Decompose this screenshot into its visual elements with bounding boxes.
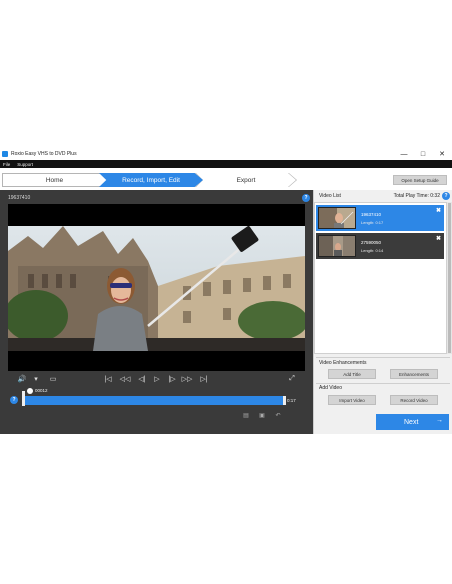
tab-home[interactable]: Home	[2, 173, 106, 187]
menu-file[interactable]: File	[3, 162, 10, 167]
playhead-thumb[interactable]	[27, 388, 33, 394]
video-enhancements-label: Video Enhancements	[319, 360, 367, 366]
video-list-help-icon[interactable]: ?	[442, 192, 450, 200]
add-video-label: Add Video	[319, 385, 342, 391]
trim-end-handle[interactable]	[283, 396, 286, 405]
clip-title: 19637410	[8, 195, 31, 201]
video-list-header: Video List	[319, 193, 341, 199]
maximize-button[interactable]: □	[416, 148, 430, 160]
step-forward-icon[interactable]: |▷	[166, 373, 178, 385]
video-length: Length: 0:14	[361, 247, 384, 253]
remove-video-icon[interactable]: ✖	[436, 207, 441, 214]
enhancements-button[interactable]: Enhancements	[390, 369, 438, 379]
minimize-button[interactable]: —	[397, 148, 411, 160]
fullscreen-icon[interactable]: ⤢	[286, 373, 298, 385]
next-button-label: Next	[404, 418, 419, 426]
step-back-icon[interactable]: ◁|	[136, 373, 148, 385]
divider	[316, 383, 450, 384]
video-name: 27590050	[361, 239, 382, 245]
video-list-scroll-thumb[interactable]	[448, 203, 451, 353]
step-tabs: Home Export Record, Import, Edit	[0, 168, 452, 190]
video-name: 19637410	[361, 211, 382, 217]
undo-icon[interactable]: ↶	[274, 412, 282, 419]
snapshot-icon[interactable]: ▣	[258, 412, 266, 419]
video-thumbnail	[318, 235, 356, 257]
timeline-help-icon[interactable]: ?	[10, 396, 18, 404]
record-video-button[interactable]: Record Video	[390, 395, 438, 405]
play-icon[interactable]: ▷	[151, 373, 163, 385]
add-title-button[interactable]: Add Title	[328, 369, 376, 379]
video-list-panel: Video List Total Play Time: 0:32 ? 19637…	[313, 190, 452, 434]
current-time: 00012	[35, 388, 48, 393]
import-video-button[interactable]: Import Video	[328, 395, 376, 405]
window-title: Roxio Easy VHS to DVD Plus	[11, 151, 77, 157]
tab-record-import-edit[interactable]: Record, Import, Edit	[99, 173, 203, 187]
app-logo-icon	[2, 151, 8, 157]
video-list-item[interactable]: 27590050 Length: 0:14 ✖	[316, 233, 444, 259]
go-to-start-icon[interactable]: |◁	[102, 373, 114, 385]
video-player[interactable]	[8, 204, 305, 371]
go-to-end-icon[interactable]: ▷|	[198, 373, 210, 385]
video-frame	[8, 226, 305, 351]
tab-export[interactable]: Export	[196, 173, 296, 187]
divider	[316, 357, 450, 358]
video-length: Length: 0:17	[361, 219, 384, 225]
next-button[interactable]: Next →	[376, 414, 449, 430]
playback-controls: 🔊 ▾ ▭ |◁ ◁◁ ◁| ▷ |▷ ▷▷ ▷| ⤢	[0, 373, 313, 385]
next-marker-icon[interactable]: ▷▷	[180, 373, 194, 385]
video-thumbnail	[318, 207, 356, 229]
menu-support[interactable]: Support	[17, 162, 33, 167]
close-window-button[interactable]: ✕	[435, 148, 449, 160]
volume-icon[interactable]: 🔊	[16, 373, 28, 385]
total-play-time: Total Play Time: 0:32	[393, 193, 440, 199]
volume-dropdown-icon[interactable]: ▾	[32, 373, 40, 385]
arrow-right-icon: →	[436, 417, 443, 424]
video-list-item[interactable]: 19637410 Length: 0:17 ✖	[316, 205, 444, 231]
title-bar: Roxio Easy VHS to DVD Plus — □ ✕	[0, 148, 452, 160]
aspect-ratio-icon[interactable]: ▭	[47, 373, 59, 385]
open-setup-guide-button[interactable]: Open Setup Guide	[393, 175, 447, 185]
app-window: Roxio Easy VHS to DVD Plus — □ ✕ File Su…	[0, 148, 452, 434]
video-still-image	[8, 226, 305, 351]
remove-video-icon[interactable]: ✖	[436, 235, 441, 242]
end-time: 0:17	[287, 398, 296, 403]
timeline-track[interactable]	[22, 396, 285, 405]
split-icon[interactable]: ▤	[242, 412, 250, 419]
player-help-icon[interactable]: ?	[302, 194, 310, 202]
previous-marker-icon[interactable]: ◁◁	[118, 373, 132, 385]
player-panel: 19637410 ? 🔊 ▾ ▭ |◁ ◁◁ ◁| ▷ |▷ ▷▷ ▷| ⤢ ?…	[0, 190, 313, 434]
trim-start-handle[interactable]	[22, 391, 25, 406]
menu-bar: File Support	[0, 160, 452, 168]
